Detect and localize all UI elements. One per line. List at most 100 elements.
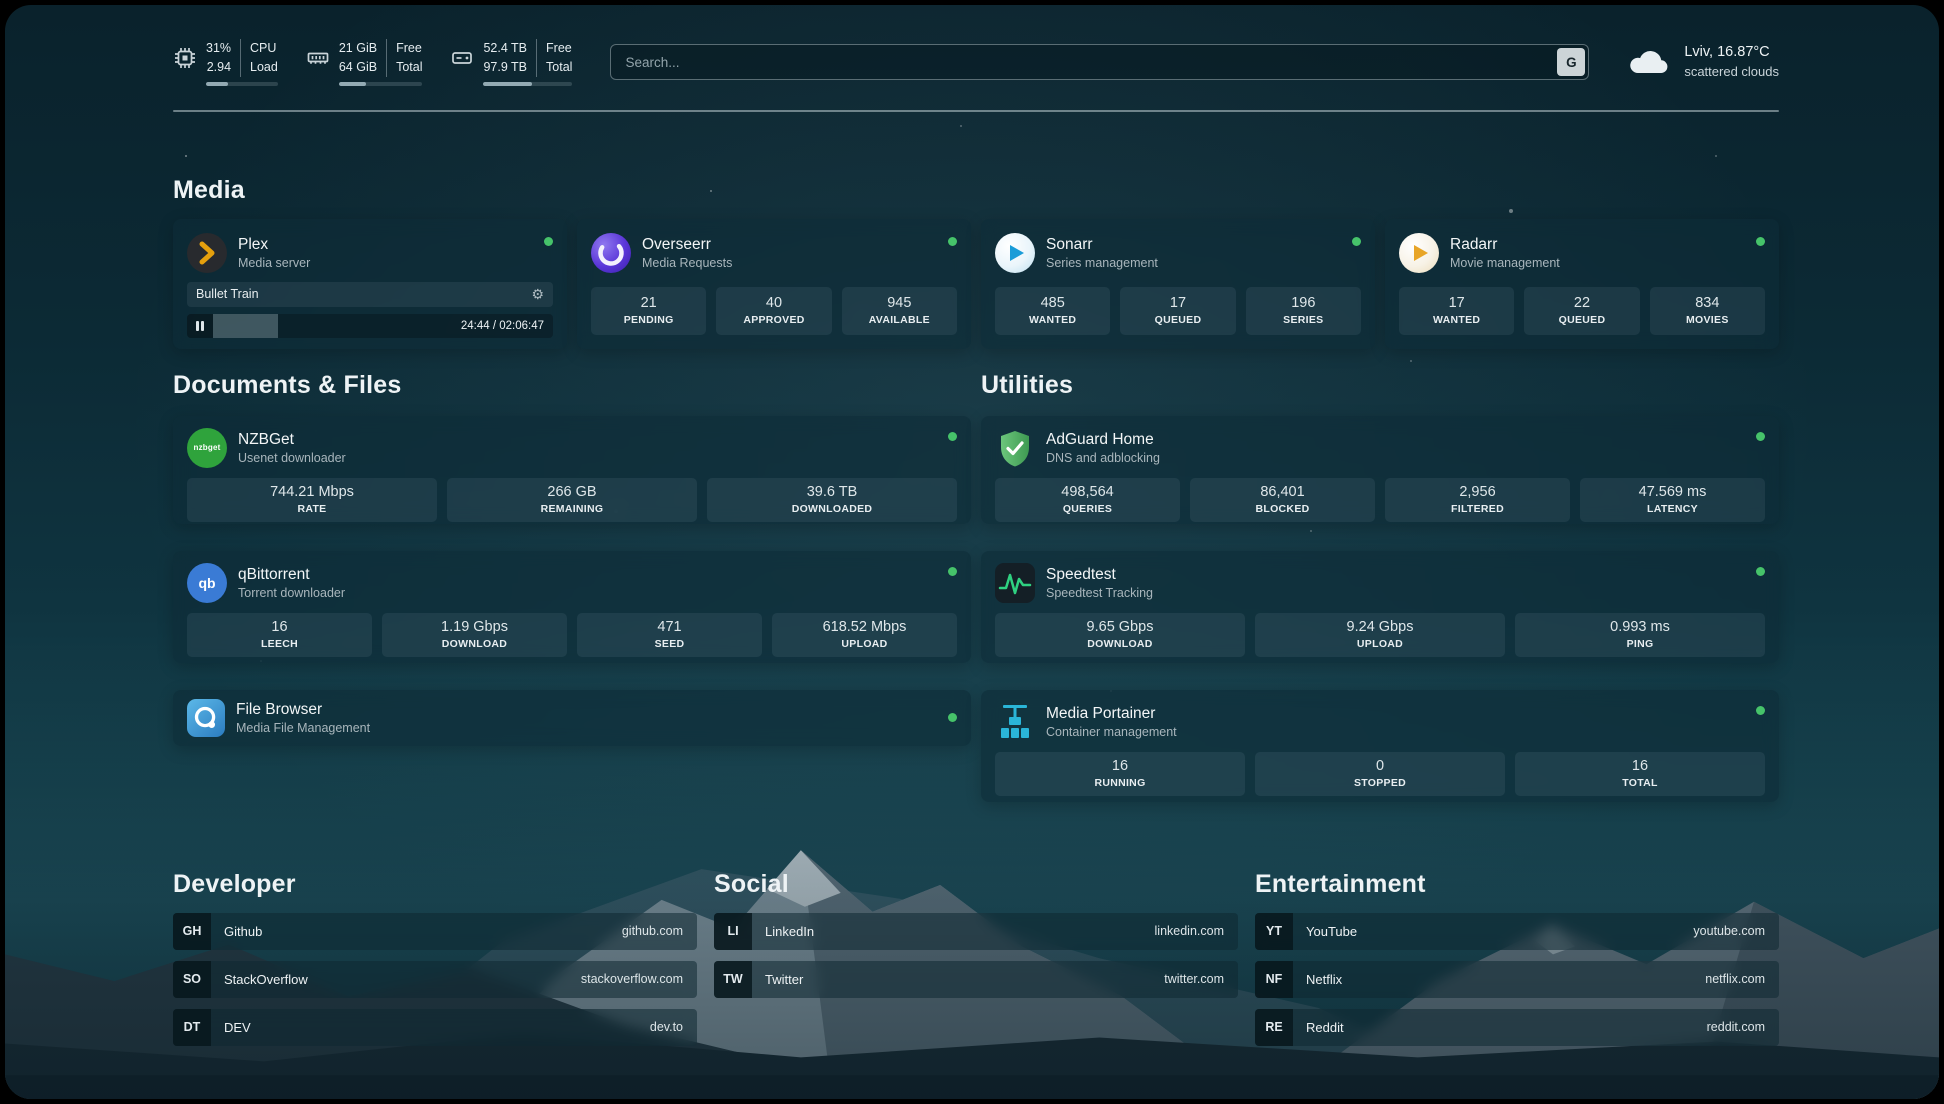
adguard-icon (995, 428, 1035, 468)
app-name: qBittorrent (238, 566, 345, 584)
stat-blocked: 86,401 BLOCKED (1190, 478, 1375, 522)
section-title-developer: Developer (173, 870, 697, 899)
section-developer: Developer GH Github github.com SO StackO… (173, 870, 697, 1046)
section-title-media: Media (173, 176, 1779, 205)
bookmark-url: netflix.com (1705, 972, 1765, 986)
plex-progress-fill (213, 314, 278, 338)
plex-progress-track[interactable]: 24:44 / 02:06:47 (213, 314, 553, 338)
ram-usage-widget: 21 GiB 64 GiB Free Total (306, 39, 423, 86)
bookmark-reddit[interactable]: RE Reddit reddit.com (1255, 1009, 1779, 1046)
qbittorrent-icon: qb (187, 563, 227, 603)
cpu-usage-widget: 31% 2.94 CPU Load (173, 39, 278, 86)
app-subtitle: DNS and adblocking (1046, 451, 1160, 465)
stat-seed: 471 SEED (577, 613, 762, 657)
section-documents-files: Documents & Files nzbget NZBGet Usenet d… (173, 371, 971, 802)
system-metrics: 31% 2.94 CPU Load (173, 39, 572, 86)
bookmark-url: dev.to (650, 1020, 683, 1034)
ram-progress-fill (339, 82, 367, 86)
app-card-nzbget[interactable]: nzbget NZBGet Usenet downloader 744.21 M… (173, 416, 971, 524)
stat-running: 16 RUNNING (995, 752, 1245, 796)
app-card-qbittorrent[interactable]: qb qBittorrent Torrent downloader 16 LEE… (173, 551, 971, 663)
stat-wanted: 17 WANTED (1399, 287, 1514, 335)
app-subtitle: Container management (1046, 725, 1177, 739)
stat-leech: 16 LEECH (187, 613, 372, 657)
app-name: Sonarr (1046, 236, 1158, 254)
bookmark-abbr: RE (1255, 1009, 1293, 1046)
app-card-overseerr[interactable]: Overseerr Media Requests 21 PENDING 40 A… (577, 219, 971, 349)
section-title-utilities: Utilities (981, 371, 1779, 400)
portainer-icon (995, 702, 1035, 742)
app-card-portainer[interactable]: Media Portainer Container management 16 … (981, 690, 1779, 802)
app-card-filebrowser[interactable]: File Browser Media File Management (173, 690, 971, 746)
ram-progress-bar (339, 82, 423, 86)
bookmark-youtube[interactable]: YT YouTube youtube.com (1255, 913, 1779, 950)
top-bar: 31% 2.94 CPU Load (173, 39, 1779, 86)
app-card-adguard[interactable]: AdGuard Home DNS and adblocking 498,564 … (981, 416, 1779, 524)
search-engine-badge[interactable]: G (1557, 48, 1585, 76)
stat-download: 9.65 Gbps DOWNLOAD (995, 613, 1245, 657)
speedtest-icon (995, 563, 1035, 603)
cpu-load-value: 2.94 (207, 58, 231, 77)
section-media: Media Plex Media server (173, 176, 1779, 349)
bookmark-name: LinkedIn (765, 924, 814, 939)
status-dot (1756, 706, 1765, 715)
dashboard-screen: 31% 2.94 CPU Load (5, 5, 1939, 1099)
stat-queries: 498,564 QUERIES (995, 478, 1180, 522)
ram-total-label: Total (396, 58, 422, 77)
stat-upload: 9.24 Gbps UPLOAD (1255, 613, 1505, 657)
disk-total-value: 97.9 TB (483, 58, 527, 77)
bookmark-dev[interactable]: DT DEV dev.to (173, 1009, 697, 1046)
stat-remaining: 266 GB REMAINING (447, 478, 697, 522)
bookmark-stackoverflow[interactable]: SO StackOverflow stackoverflow.com (173, 961, 697, 998)
bookmark-url: linkedin.com (1155, 924, 1224, 938)
ram-free-label: Free (396, 39, 422, 58)
status-dot (1756, 237, 1765, 246)
bookmark-abbr: TW (714, 961, 752, 998)
search-input[interactable] (610, 44, 1589, 80)
app-card-speedtest[interactable]: Speedtest Speedtest Tracking 9.65 Gbps D… (981, 551, 1779, 663)
bookmark-abbr: LI (714, 913, 752, 950)
header-divider (173, 110, 1779, 112)
bookmark-github[interactable]: GH Github github.com (173, 913, 697, 950)
disk-usage-widget: 52.4 TB 97.9 TB Free Total (450, 39, 572, 86)
bookmark-abbr: NF (1255, 961, 1293, 998)
bookmark-netflix[interactable]: NF Netflix netflix.com (1255, 961, 1779, 998)
status-dot (948, 237, 957, 246)
bookmark-url: youtube.com (1693, 924, 1765, 938)
stat-rate: 744.21 Mbps RATE (187, 478, 437, 522)
weather-widget[interactable]: Lviv, 16.87°C scattered clouds (1627, 42, 1779, 82)
app-card-plex[interactable]: Plex Media server Bullet Train ⚙ 24:4 (173, 219, 567, 349)
plex-icon (187, 233, 227, 273)
bookmark-twitter[interactable]: TW Twitter twitter.com (714, 961, 1238, 998)
app-subtitle: Usenet downloader (238, 451, 346, 465)
stat-pending: 21 PENDING (591, 287, 706, 335)
app-card-radarr[interactable]: Radarr Movie management 17 WANTED 22 QUE… (1385, 219, 1779, 349)
metric-divider (240, 39, 241, 77)
disk-progress-fill (483, 82, 531, 86)
bookmark-name: DEV (224, 1020, 251, 1035)
bookmark-abbr: GH (173, 913, 211, 950)
status-dot (948, 432, 957, 441)
stat-wanted: 485 WANTED (995, 287, 1110, 335)
filebrowser-icon (187, 699, 225, 737)
bookmark-abbr: SO (173, 961, 211, 998)
app-subtitle: Media Requests (642, 256, 732, 270)
status-dot (948, 567, 957, 576)
ram-free-value: 21 GiB (339, 39, 377, 58)
metric-divider (386, 39, 387, 77)
disk-icon (450, 46, 474, 70)
bookmark-url: reddit.com (1707, 1020, 1765, 1034)
bookmark-abbr: YT (1255, 913, 1293, 950)
cpu-percent: 31% (206, 39, 231, 58)
ram-icon (306, 46, 330, 70)
bookmark-linkedin[interactable]: LI LinkedIn linkedin.com (714, 913, 1238, 950)
app-card-sonarr[interactable]: Sonarr Series management 485 WANTED 17 Q… (981, 219, 1375, 349)
pause-button[interactable] (187, 314, 213, 338)
status-dot (1352, 237, 1361, 246)
stat-upload: 618.52 Mbps UPLOAD (772, 613, 957, 657)
app-name: AdGuard Home (1046, 431, 1160, 449)
stat-total: 16 TOTAL (1515, 752, 1765, 796)
settings-gear-icon[interactable]: ⚙ (531, 286, 544, 303)
cpu-progress-bar (206, 82, 278, 86)
cpu-icon (173, 46, 197, 70)
